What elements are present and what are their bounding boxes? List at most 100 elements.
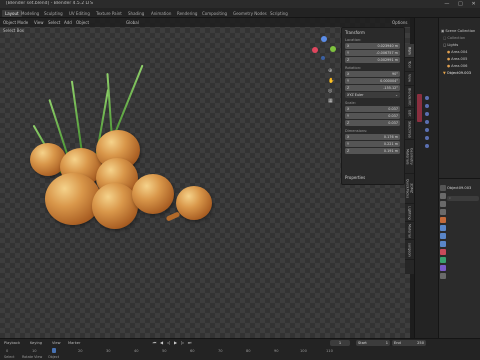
x-axis-icon[interactable] — [312, 47, 318, 53]
z-axis-icon[interactable] — [321, 36, 327, 42]
maximize-button[interactable]: □ — [458, 1, 463, 7]
particles-icon[interactable] — [440, 233, 446, 239]
status-object: Object — [48, 355, 60, 359]
outliner-row[interactable]: ● Area.004 — [447, 49, 467, 55]
frame-tick: 20 — [78, 349, 83, 353]
current-frame-field[interactable]: 1 — [330, 340, 350, 346]
status-dot — [425, 144, 429, 148]
scale-z-field[interactable]: Z 0.037 — [345, 120, 400, 126]
light-icon: ● — [447, 57, 451, 61]
tab-modeling[interactable]: Modeling — [18, 10, 42, 17]
jump-start-icon[interactable]: ⏮ — [152, 340, 157, 345]
menu-view[interactable]: View — [52, 341, 61, 345]
outliner-row[interactable]: ▼ Object09.003 — [443, 70, 471, 76]
neg-z-axis-icon[interactable] — [321, 56, 325, 60]
view-layer-icon[interactable] — [440, 209, 446, 215]
light-icon: ● — [447, 64, 451, 68]
window-controls: — □ ✕ — [440, 0, 480, 8]
close-button[interactable]: ✕ — [471, 1, 475, 7]
rotation-y-field[interactable]: Y 0.000004° — [345, 78, 400, 84]
sidebar-tabs: Item Tool View BlenderKit Edit Sketchfab… — [405, 44, 414, 274]
object-icon[interactable] — [440, 217, 446, 223]
window-title: [Blender set.blend] - Blender 4.5.2 LTS — [6, 1, 93, 6]
outliner-row[interactable]: ● Area.006 — [447, 63, 467, 69]
tab-shading[interactable]: Shading — [125, 10, 147, 17]
tab-scripting[interactable]: Scripting — [267, 10, 291, 17]
tab-rendering[interactable]: Rendering — [174, 10, 200, 17]
physics-icon[interactable] — [440, 241, 446, 247]
tab-3dmz-quickpacks[interactable]: 3DMZ QuickPacks — [405, 174, 414, 204]
outliner: ▣ Scene Collection ▢ Collection ▢ Lights ● A… — [438, 18, 480, 178]
minimize-button[interactable]: — — [444, 1, 449, 7]
tab-sketchfab[interactable]: Sketchfab — [405, 120, 414, 140]
outliner-row[interactable]: ● Area.005 — [447, 56, 467, 62]
tab-animation[interactable]: Animation — [148, 10, 174, 17]
constraint-icon[interactable] — [440, 273, 446, 279]
grid-icon[interactable]: ▦ — [328, 98, 334, 104]
dimensions-z-field[interactable]: Z 0.191 m — [345, 148, 400, 154]
rotation-x-field[interactable]: X 90° — [345, 71, 400, 77]
tab-uv-editing[interactable]: UV Editing — [66, 10, 93, 17]
location-x-field[interactable]: X 0.023940 m — [345, 43, 400, 49]
outliner-row[interactable]: ▢ Lights — [443, 42, 458, 48]
play-reverse-icon[interactable]: ◁ — [166, 340, 171, 345]
modifier-icon[interactable] — [440, 225, 446, 231]
mesh-icon: ▼ — [443, 71, 446, 75]
scale-y-field[interactable]: Y 0.037 — [345, 113, 400, 119]
play-icon[interactable]: ▶ — [173, 340, 178, 345]
tab-geometry-materials[interactable]: Geometry Materials — [405, 140, 414, 174]
navigation-gizmo[interactable] — [310, 36, 338, 64]
tab-item[interactable]: Item — [405, 44, 414, 58]
tab-surgeon[interactable]: surgeon — [405, 240, 414, 260]
tab-material[interactable]: Material — [405, 222, 414, 240]
menu-keying[interactable]: Keying — [30, 341, 42, 345]
tab-sculpting[interactable]: Sculpting — [41, 10, 66, 17]
playhead[interactable] — [52, 348, 56, 353]
rotation-z-field[interactable]: Z -155.12° — [345, 85, 400, 91]
tab-blenderkit[interactable]: BlenderKit — [405, 86, 414, 108]
jump-end-icon[interactable]: ⏭ — [187, 340, 192, 345]
data-icon[interactable] — [440, 257, 446, 263]
tab-geometry-nodes[interactable]: Geometry Nodes — [230, 10, 270, 17]
material-icon[interactable] — [440, 249, 446, 255]
properties-search-input[interactable]: ⌕ — [447, 196, 479, 201]
zoom-icon[interactable]: ⊕ — [328, 68, 334, 74]
next-key-icon[interactable]: ▷ — [180, 340, 185, 345]
location-y-field[interactable]: Y -0.006757 m — [345, 50, 400, 56]
rotation-mode-select[interactable]: XYZ Euler ⌄ — [345, 92, 400, 98]
menu-playback[interactable]: Playback — [4, 341, 20, 345]
frame-tick: 10 — [32, 349, 37, 353]
frame-tick: 70 — [218, 349, 223, 353]
start-frame-field[interactable]: Start 1 — [356, 340, 390, 346]
tool-icon[interactable] — [440, 185, 446, 191]
onion — [92, 183, 138, 229]
prev-key-icon[interactable]: ◀ — [159, 340, 164, 345]
transform-header[interactable]: Transform — [345, 30, 365, 35]
render-icon[interactable] — [440, 193, 446, 199]
location-z-field[interactable]: Z 0.002991 m — [345, 57, 400, 63]
camera-icon[interactable]: ◎ — [328, 88, 334, 94]
tab-compositing[interactable]: Compositing — [199, 10, 230, 17]
collection-icon: ▣ — [441, 29, 445, 33]
tab-tool[interactable]: Tool — [405, 58, 414, 72]
tab-edit[interactable]: Edit — [405, 108, 414, 120]
output-icon[interactable] — [440, 201, 446, 207]
sidebar-n-panel: Transform Location: X 0.023940 m Y -0.0067… — [341, 27, 405, 185]
y-axis-icon[interactable] — [330, 46, 336, 52]
tab-texture-paint[interactable]: Texture Paint — [93, 10, 125, 17]
scale-x-field[interactable]: X 0.037 — [345, 106, 400, 112]
texture-icon[interactable] — [440, 265, 446, 271]
dimensions-y-field[interactable]: Y 0.221 m — [345, 141, 400, 147]
outliner-header[interactable]: ▣ Scene Collection — [441, 28, 475, 34]
tab-lighting[interactable]: Lighting — [405, 204, 414, 222]
menu-marker[interactable]: Marker — [68, 341, 80, 345]
dimensions-x-field[interactable]: X 0.176 m — [345, 134, 400, 140]
scene-strip — [414, 18, 438, 338]
outliner-row[interactable]: ▢ Collection — [443, 35, 465, 41]
tab-view[interactable]: View — [405, 72, 414, 86]
end-frame-field[interactable]: End 250 — [392, 340, 426, 346]
properties-header[interactable]: Properties — [345, 175, 365, 180]
object-name: Object09.003 — [447, 186, 472, 190]
workspace-tabs: Layout Modeling Sculpting UV Editing Tex… — [0, 8, 480, 18]
pan-hand-icon[interactable]: ✋ — [328, 78, 334, 84]
